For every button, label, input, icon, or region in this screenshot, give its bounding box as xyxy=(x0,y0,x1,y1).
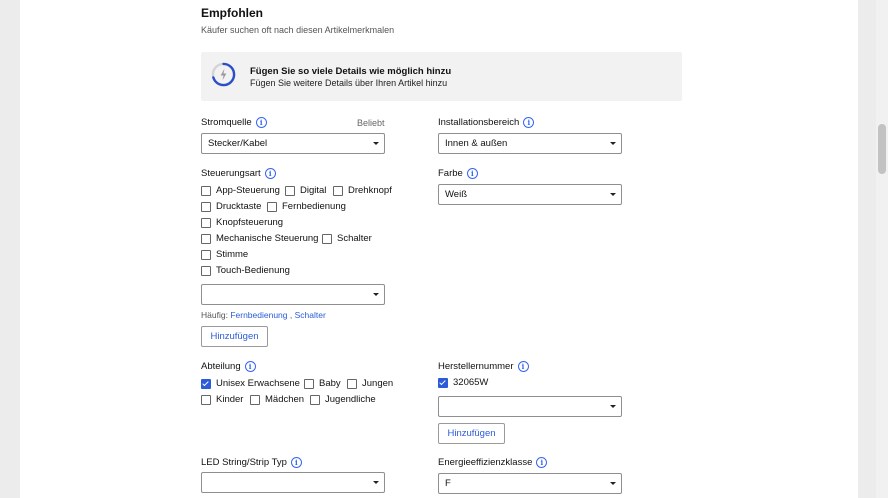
steuerungsart-add-button[interactable]: Hinzufügen xyxy=(201,326,268,347)
checkbox-maedchen[interactable]: Mädchen xyxy=(250,394,304,405)
chevron-down-icon xyxy=(610,142,616,145)
info-icon[interactable]: i xyxy=(264,168,276,179)
abteilung-label: Abteilung i xyxy=(201,361,256,372)
checkbox-touch-bedienung[interactable]: Touch-Bedienung xyxy=(201,265,290,276)
chevron-down-icon xyxy=(373,293,379,296)
frequent-values: Häufig: Fernbedienung , Schalter xyxy=(201,310,326,320)
checkbox-32065w[interactable]: 32065W xyxy=(438,377,488,388)
checkbox-jugendliche[interactable]: Jugendliche xyxy=(310,394,376,405)
checkbox-box[interactable] xyxy=(438,377,448,388)
frequent-link-schalter[interactable]: Schalter xyxy=(295,310,326,320)
farbe-select[interactable]: Weiß xyxy=(438,184,622,205)
checkbox-box[interactable] xyxy=(201,233,211,244)
progress-ring-icon xyxy=(211,62,236,87)
herstellernummer-label: Herstellernummer i xyxy=(438,361,529,372)
herstellernummer-select[interactable] xyxy=(438,396,622,417)
energieeffizienz-select[interactable]: F xyxy=(438,473,622,494)
chevron-down-icon xyxy=(610,482,616,485)
checkbox-box[interactable] xyxy=(285,185,295,196)
checkbox-drehknopf[interactable]: Drehknopf xyxy=(333,185,392,196)
checkbox-box[interactable] xyxy=(201,217,211,228)
section-subtitle: Käufer suchen oft nach diesen Artikelmer… xyxy=(201,25,395,35)
frequent-link-fernbedienung[interactable]: Fernbedienung xyxy=(230,310,287,320)
checkbox-box[interactable] xyxy=(322,233,332,244)
checkbox-box[interactable] xyxy=(250,394,260,405)
energieeffizienz-label: Energieeffizienzklasse i xyxy=(438,457,548,468)
checkbox-box[interactable] xyxy=(201,249,211,260)
chevron-down-icon xyxy=(373,142,379,145)
info-icon[interactable]: i xyxy=(290,457,302,468)
checkbox-baby[interactable]: Baby xyxy=(304,378,341,389)
checkbox-box[interactable] xyxy=(267,201,277,212)
checkbox-stimme[interactable]: Stimme xyxy=(201,249,248,260)
checkbox-digital[interactable]: Digital xyxy=(285,185,326,196)
info-icon[interactable]: i xyxy=(255,117,267,128)
checkbox-box[interactable] xyxy=(347,378,357,389)
chevron-down-icon xyxy=(610,193,616,196)
chevron-down-icon xyxy=(373,481,379,484)
checkbox-knopfsteuerung[interactable]: Knopfsteuerung xyxy=(201,217,283,228)
checkbox-app-steuerung[interactable]: App-Steuerung xyxy=(201,185,280,196)
checkbox-box[interactable] xyxy=(201,378,211,389)
form-panel: Empfohlen Käufer suchen oft nach diesen … xyxy=(20,0,858,498)
checkbox-box[interactable] xyxy=(201,394,211,405)
banner-subtitle: Fügen Sie weitere Details über Ihren Art… xyxy=(250,78,448,88)
chevron-down-icon xyxy=(610,405,616,408)
info-icon[interactable]: i xyxy=(523,117,535,128)
stromquelle-select[interactable]: Stecker/Kabel xyxy=(201,133,385,154)
scrollbar-thumb[interactable] xyxy=(878,124,886,174)
checkbox-kinder[interactable]: Kinder xyxy=(201,394,243,405)
stromquelle-label: Stromquelle i xyxy=(201,117,267,128)
beliebt-hint: Beliebt xyxy=(357,118,385,128)
checkbox-box[interactable] xyxy=(201,265,211,276)
checkbox-fernbedienung[interactable]: Fernbedienung xyxy=(267,201,346,212)
herstellernummer-add-button[interactable]: Hinzufügen xyxy=(438,423,505,444)
details-banner: Fügen Sie so viele Details wie möglich h… xyxy=(201,52,682,101)
page-scrollbar[interactable] xyxy=(876,0,888,498)
checkbox-unisex-erwachsene[interactable]: Unisex Erwachsene xyxy=(201,378,300,389)
info-icon[interactable]: i xyxy=(536,457,548,468)
installationsbereich-select[interactable]: Innen & außen xyxy=(438,133,622,154)
steuerungsart-select[interactable] xyxy=(201,284,385,305)
checkbox-box[interactable] xyxy=(304,378,314,389)
info-icon[interactable]: i xyxy=(517,361,529,372)
checkbox-box[interactable] xyxy=(333,185,343,196)
led-typ-select[interactable] xyxy=(201,472,385,493)
checkbox-box[interactable] xyxy=(201,185,211,196)
info-icon[interactable]: i xyxy=(466,168,478,179)
checkbox-box[interactable] xyxy=(310,394,320,405)
checkbox-mechanische-steuerung[interactable]: Mechanische Steuerung xyxy=(201,233,318,244)
checkbox-box[interactable] xyxy=(201,201,211,212)
checkbox-drucktaste[interactable]: Drucktaste xyxy=(201,201,261,212)
banner-title: Fügen Sie so viele Details wie möglich h… xyxy=(250,66,452,77)
farbe-label: Farbe i xyxy=(438,168,478,179)
led-typ-label: LED String/Strip Typ i xyxy=(201,457,302,468)
installationsbereich-label: Installationsbereich i xyxy=(438,117,535,128)
section-title: Empfohlen xyxy=(201,6,263,20)
info-icon[interactable]: i xyxy=(244,361,256,372)
checkbox-jungen[interactable]: Jungen xyxy=(347,378,393,389)
checkbox-schalter[interactable]: Schalter xyxy=(322,233,372,244)
steuerungsart-label: Steuerungsart i xyxy=(201,168,276,179)
